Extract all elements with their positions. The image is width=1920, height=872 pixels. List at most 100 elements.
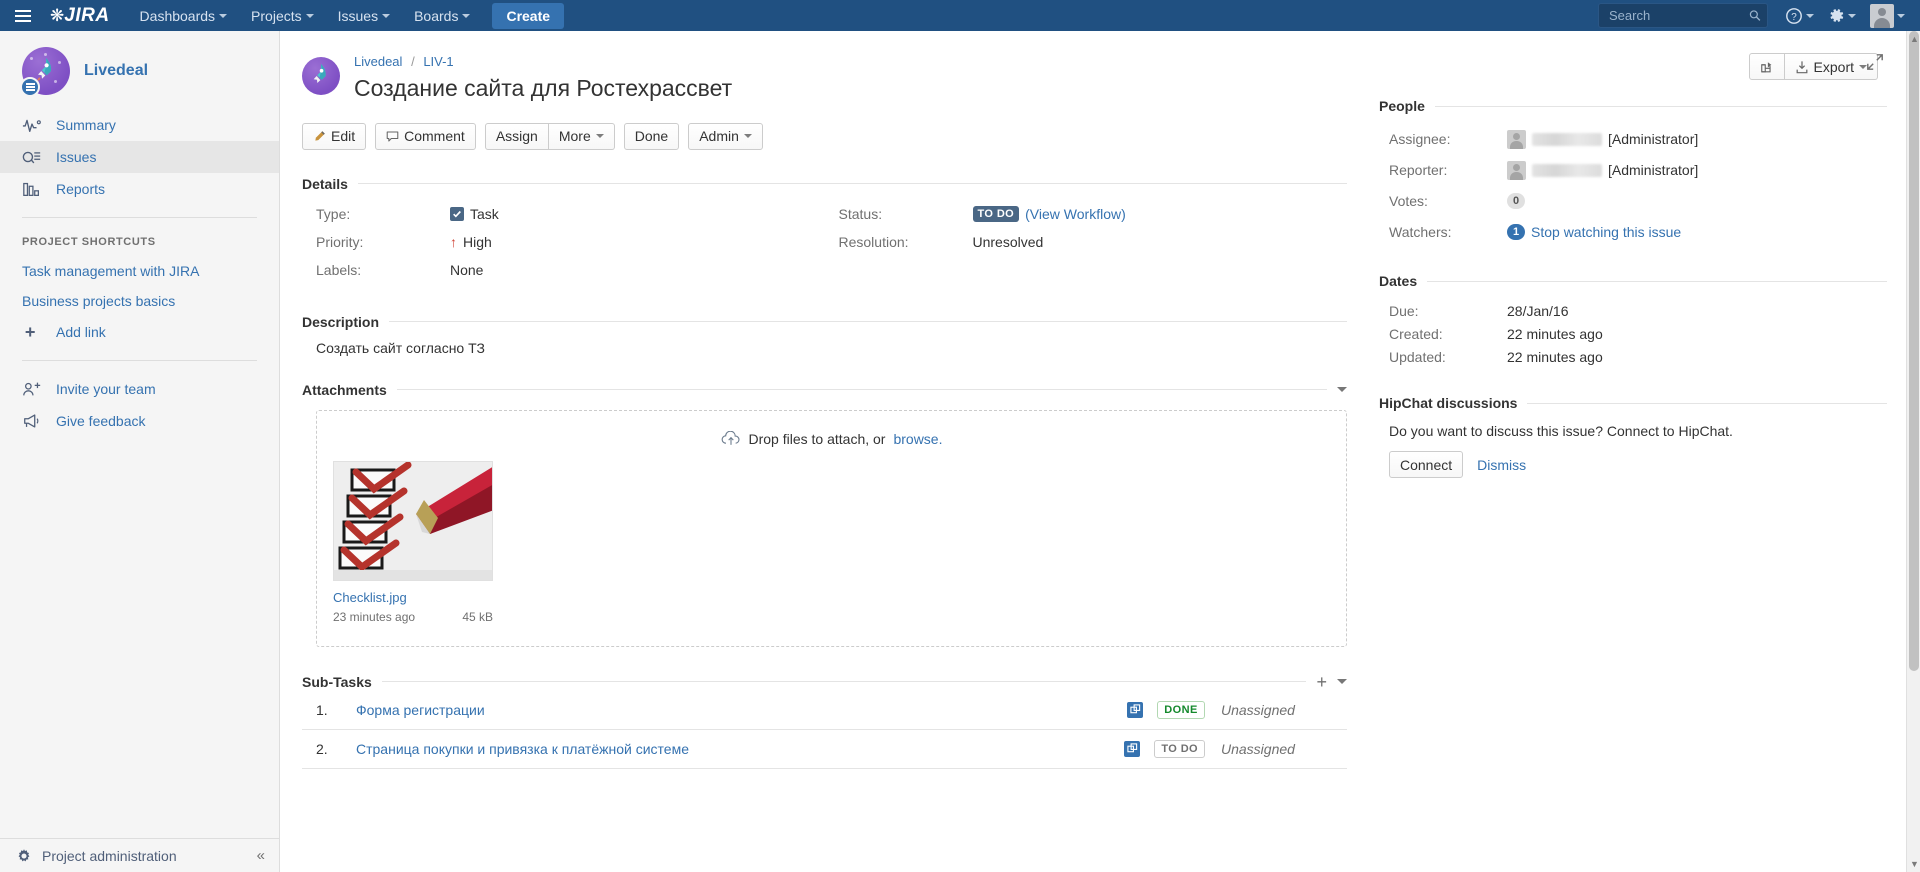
- attachment-size: 45 kB: [462, 609, 493, 624]
- admin-button[interactable]: Admin: [688, 122, 763, 150]
- view-workflow-link[interactable]: (View Workflow): [1025, 206, 1126, 222]
- details-module-header: Details: [302, 176, 1347, 192]
- breadcrumb-project[interactable]: Livedeal: [354, 54, 402, 69]
- share-export-group: Export: [1748, 53, 1878, 80]
- chevron-down-icon: [1897, 13, 1905, 18]
- comment-icon: [386, 131, 399, 142]
- nav-boards[interactable]: Boards: [404, 2, 480, 30]
- sidebar-add-link[interactable]: Add link: [0, 316, 279, 348]
- svg-text:?: ?: [1791, 12, 1797, 23]
- breadcrumb-issue-key[interactable]: LIV-1: [423, 54, 453, 69]
- assignee-label: Assignee:: [1389, 131, 1451, 147]
- user-profile-menu[interactable]: [1865, 1, 1910, 31]
- field-type-label: Type:: [316, 206, 351, 223]
- sidebar-item-issues[interactable]: Issues: [0, 141, 279, 173]
- project-header[interactable]: Livedeal: [0, 31, 279, 109]
- hipchat-module: HipChat discussions Do you want to discu…: [1379, 395, 1887, 478]
- nav-dashboards-label: Dashboards: [139, 7, 216, 24]
- sidebar-item-reports-label: Reports: [56, 181, 106, 197]
- search-box[interactable]: [1598, 3, 1768, 28]
- sidebar-item-reports[interactable]: Reports: [0, 173, 279, 205]
- more-button[interactable]: More: [548, 122, 615, 150]
- collapse-fields-icon[interactable]: [1866, 53, 1884, 74]
- people-title: People: [1379, 98, 1425, 114]
- assign-button[interactable]: Assign: [484, 122, 549, 150]
- sidebar-invite-team[interactable]: Invite your team: [0, 373, 279, 405]
- jira-logo[interactable]: ❋ JIRA: [50, 5, 110, 27]
- scrollbar-thumb[interactable]: [1909, 31, 1919, 671]
- sidebar-give-feedback[interactable]: Give feedback: [0, 405, 279, 437]
- hipchat-title: HipChat discussions: [1379, 395, 1518, 411]
- settings-menu[interactable]: [1823, 4, 1861, 27]
- dates-module: Dates Due: 28/Jan/16 Created: 22 minutes…: [1379, 273, 1887, 367]
- admin-button-group: Admin: [688, 122, 763, 150]
- chevron-down-icon: [595, 134, 604, 139]
- subtasks-options-icon[interactable]: [1337, 679, 1347, 685]
- project-administration-link[interactable]: Project administration «: [0, 838, 279, 872]
- issue-header: Livedeal / LIV-1 Создание сайта для Рост…: [302, 53, 1347, 103]
- reporter-value[interactable]: [Administrator]: [1507, 160, 1698, 180]
- chevron-down-icon: [305, 13, 314, 18]
- collapse-sidebar-icon[interactable]: «: [257, 847, 265, 864]
- jira-logo-text: JIRA: [64, 4, 110, 26]
- attachments-module-header: Attachments: [302, 382, 1347, 398]
- sidebar-item-summary[interactable]: Summary: [0, 109, 279, 141]
- table-row[interactable]: 2. Страница покупки и привязка к платёжн…: [302, 730, 1347, 769]
- watchers-value: 1 Stop watching this issue: [1507, 224, 1681, 240]
- subtask-number: 1.: [316, 701, 328, 718]
- nav-issues-label: Issues: [337, 7, 379, 24]
- nav-issues[interactable]: Issues: [328, 2, 400, 30]
- done-button[interactable]: Done: [623, 122, 680, 150]
- cloud-upload-icon: [721, 430, 739, 445]
- nav-projects-label: Projects: [251, 7, 302, 24]
- search-input[interactable]: [1609, 8, 1750, 23]
- assign-more-button-group: Assign More: [484, 122, 615, 150]
- field-type-value: Task: [450, 206, 499, 222]
- page-scrollbar[interactable]: ▲ ▼: [1906, 31, 1920, 872]
- edit-button[interactable]: Edit: [302, 122, 367, 150]
- share-button[interactable]: [1748, 53, 1785, 80]
- updated-date-value: 22 minutes ago: [1507, 349, 1603, 365]
- scroll-up-arrow-icon[interactable]: ▲: [1910, 34, 1919, 44]
- browse-link[interactable]: browse.: [893, 431, 942, 447]
- attachments-options-icon[interactable]: [1337, 387, 1347, 393]
- attachment-filename[interactable]: Checklist.jpg: [333, 590, 493, 605]
- gear-icon: [18, 848, 30, 861]
- field-type: Type: Task: [302, 204, 825, 225]
- subtask-link[interactable]: Страница покупки и привязка к платёжной …: [356, 741, 1124, 757]
- sidebar-shortcut-business-projects[interactable]: Business projects basics: [0, 286, 279, 316]
- issue-project-avatar: [302, 57, 340, 95]
- details-right-column: Status: TO DO (View Workflow) Resolution…: [825, 204, 1348, 288]
- subtask-assignee: Unassigned: [1221, 701, 1295, 718]
- reports-icon: [23, 182, 39, 196]
- comment-button-label: Comment: [404, 128, 465, 145]
- assignee-value[interactable]: [Administrator]: [1507, 129, 1698, 149]
- field-labels-label: Labels:: [316, 262, 362, 279]
- hamburger-menu-icon[interactable]: [6, 0, 40, 31]
- attachment-thumbnail[interactable]: [333, 460, 493, 581]
- subtasks-title: Sub-Tasks: [302, 673, 372, 690]
- attachments-dropzone-area[interactable]: Drop files to attach, or browse. Checkli…: [316, 409, 1347, 647]
- project-sidebar: Livedeal Summary Issues Reports PROJECT …: [0, 31, 280, 872]
- subtask-link[interactable]: Форма регистрации: [356, 702, 1127, 718]
- rocket-icon: [313, 64, 326, 84]
- comment-button[interactable]: Comment: [375, 122, 476, 150]
- sidebar-shortcut-task-management[interactable]: Task management with JIRA: [0, 256, 279, 286]
- description-rule: [389, 321, 1347, 323]
- attachment-age: 23 minutes ago: [333, 609, 416, 624]
- hipchat-connect-button[interactable]: Connect: [1389, 451, 1464, 478]
- nav-projects[interactable]: Projects: [241, 2, 324, 30]
- table-row[interactable]: 1. Форма регистрации DONE Unassigned: [302, 691, 1347, 730]
- export-button[interactable]: Export: [1784, 53, 1878, 80]
- scroll-down-arrow-icon[interactable]: ▼: [1910, 859, 1919, 869]
- updated-date-row: Updated: 22 minutes ago: [1379, 347, 1887, 367]
- search-icon[interactable]: [1749, 9, 1761, 22]
- hipchat-dismiss-link[interactable]: Dismiss: [1477, 457, 1526, 473]
- add-subtask-icon[interactable]: +: [1316, 673, 1327, 691]
- nav-dashboards[interactable]: Dashboards: [130, 2, 238, 30]
- create-button[interactable]: Create: [492, 2, 565, 29]
- stop-watching-link[interactable]: Stop watching this issue: [1531, 224, 1681, 240]
- attachments-title: Attachments: [302, 381, 387, 398]
- help-menu[interactable]: ?: [1780, 4, 1819, 28]
- field-resolution-label: Resolution:: [838, 234, 909, 251]
